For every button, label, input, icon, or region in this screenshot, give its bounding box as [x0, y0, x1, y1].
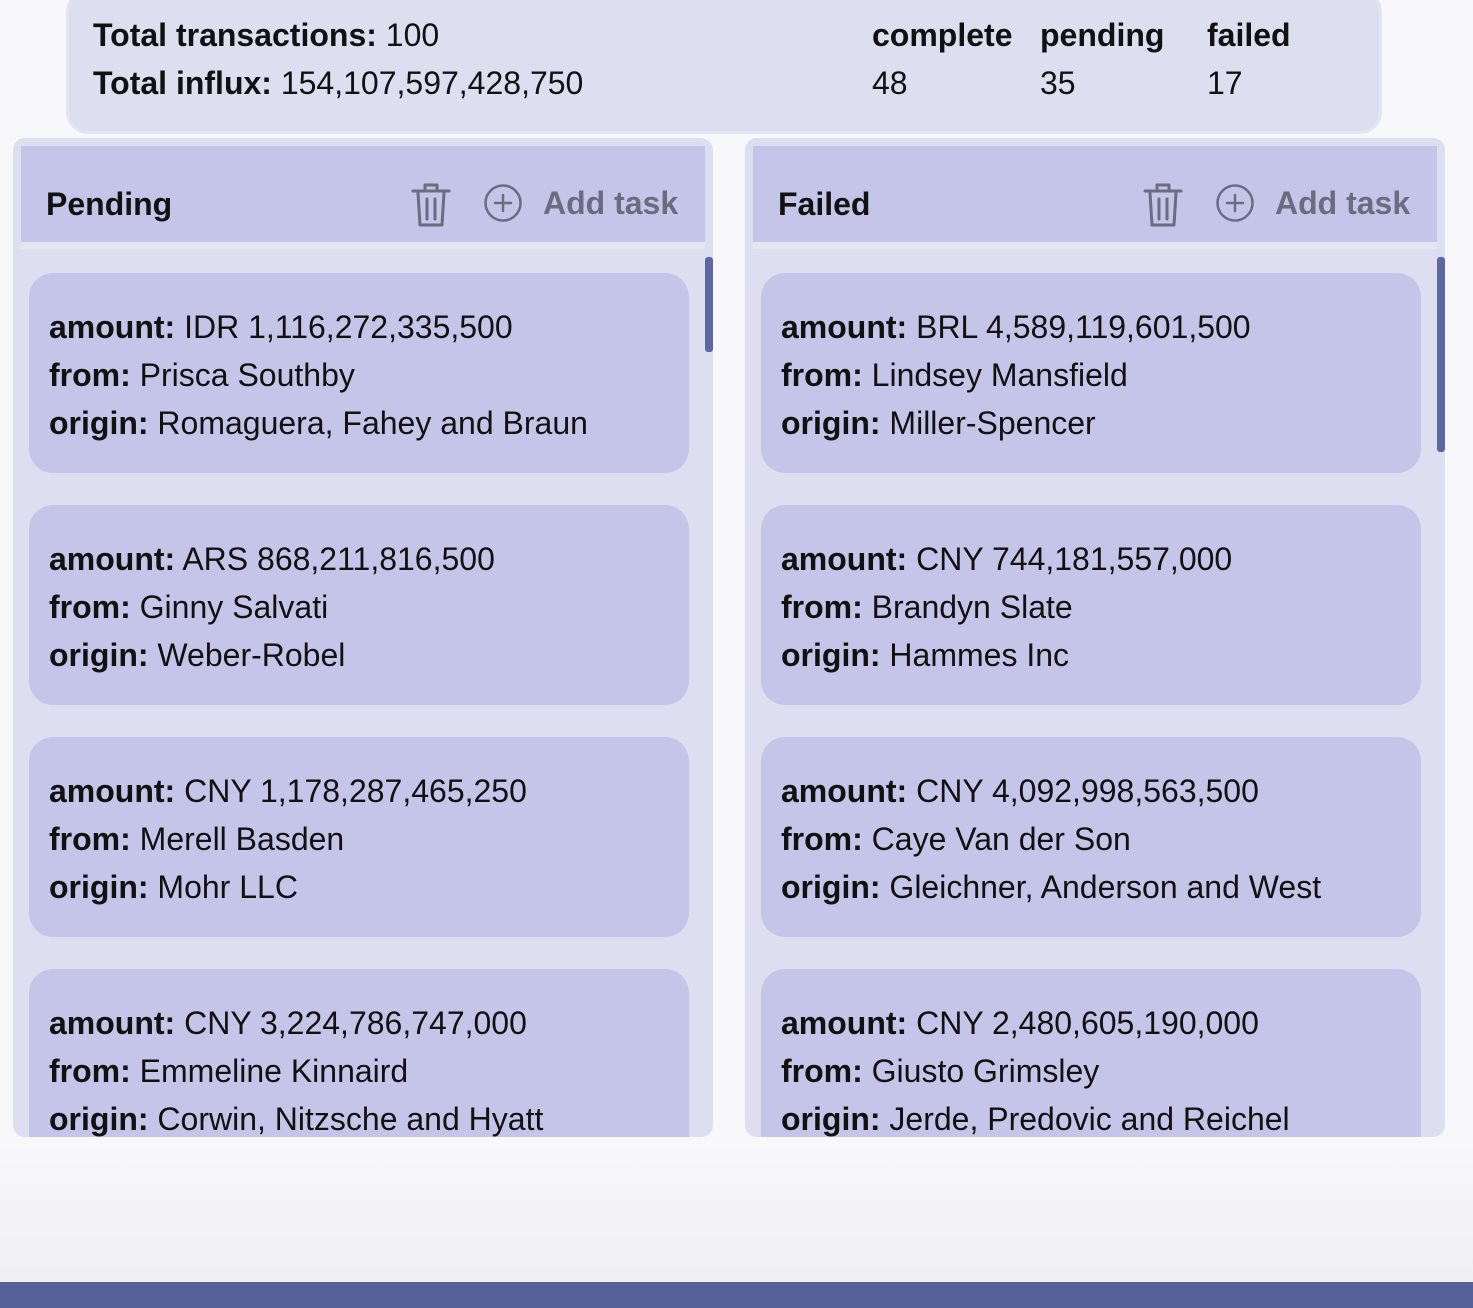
from-value: Lindsey Mansfield: [871, 357, 1128, 393]
stat-failed-label: failed: [1207, 17, 1291, 53]
origin-value: Gleichner, Anderson and West: [889, 869, 1322, 905]
amount-label: amount:: [49, 541, 176, 577]
origin-value: Hammes Inc: [889, 637, 1070, 673]
trash-icon: [411, 183, 451, 227]
origin-label: origin:: [49, 405, 149, 441]
transaction-card[interactable]: amount: CNY 2,480,605,190,000 from: Gius…: [761, 969, 1421, 1137]
amount-value: CNY 2,480,605,190,000: [916, 1005, 1259, 1041]
transaction-card[interactable]: amount: CNY 3,224,786,747,000 from: Emme…: [29, 969, 689, 1137]
total-transactions-value: 100: [385, 17, 440, 53]
origin-label: origin:: [781, 1101, 881, 1137]
transaction-card[interactable]: amount: CNY 4,092,998,563,500 from: Caye…: [761, 737, 1421, 937]
from-label: from:: [49, 357, 131, 393]
amount-value: CNY 1,178,287,465,250: [184, 773, 527, 809]
amount-label: amount:: [781, 309, 908, 345]
transaction-card[interactable]: amount: IDR 1,116,272,335,500 from: Pris…: [29, 273, 689, 473]
stat-complete-value: 48: [872, 65, 908, 101]
stat-failed-value: 17: [1207, 65, 1243, 101]
from-label: from:: [49, 1053, 131, 1089]
from-label: from:: [781, 357, 863, 393]
transaction-card[interactable]: amount: CNY 744,181,557,000 from: Brandy…: [761, 505, 1421, 705]
origin-value: Miller-Spencer: [889, 405, 1096, 441]
from-label: from:: [49, 589, 131, 625]
amount-value: CNY 3,224,786,747,000: [184, 1005, 527, 1041]
amount-value: BRL 4,589,119,601,500: [916, 309, 1251, 345]
column-pending: Pending Add task amount: IDR 1,116,272,3…: [13, 138, 713, 1137]
from-label: from:: [781, 821, 863, 857]
stat-complete-label: complete: [872, 17, 1013, 53]
origin-value: Romaguera, Fahey and Braun: [157, 405, 588, 441]
column-failed: Failed Add task amount: BRL 4,589,119,60…: [745, 138, 1445, 1137]
from-value: Prisca Southby: [139, 357, 355, 393]
scrollbar-thumb[interactable]: [1437, 257, 1445, 452]
bottom-bar: [0, 1282, 1473, 1308]
from-label: from:: [49, 821, 131, 857]
trash-icon: [1143, 183, 1183, 227]
card-list[interactable]: amount: IDR 1,116,272,335,500 from: Pris…: [13, 249, 713, 1137]
amount-label: amount:: [49, 1005, 176, 1041]
origin-label: origin:: [49, 637, 149, 673]
origin-value: Jerde, Predovic and Reichel: [889, 1101, 1290, 1137]
add-task-label: Add task: [543, 184, 679, 221]
card-list[interactable]: amount: BRL 4,589,119,601,500 from: Lind…: [745, 249, 1445, 1137]
column-title: Failed: [778, 186, 871, 222]
scrollbar-thumb[interactable]: [705, 257, 713, 352]
delete-column-button[interactable]: [411, 182, 451, 228]
summary-panel: Total transactions: 100 Total influx: 15…: [66, 0, 1382, 134]
total-influx: Total influx: 154,107,597,428,750: [93, 65, 583, 102]
plus-circle-icon: [484, 184, 522, 222]
add-task-button[interactable]: Add task: [483, 178, 678, 228]
origin-value: Corwin, Nitzsche and Hyatt: [157, 1101, 544, 1137]
from-label: from:: [781, 1053, 863, 1089]
from-value: Merell Basden: [139, 821, 345, 857]
origin-label: origin:: [49, 869, 149, 905]
amount-label: amount:: [781, 773, 908, 809]
transaction-card[interactable]: amount: CNY 1,178,287,465,250 from: Mere…: [29, 737, 689, 937]
total-transactions: Total transactions: 100: [93, 17, 439, 54]
plus-circle-icon: [1216, 184, 1254, 222]
page-footer-space: [0, 1137, 1473, 1282]
origin-label: origin:: [781, 637, 881, 673]
origin-label: origin:: [49, 1101, 149, 1137]
amount-label: amount:: [781, 1005, 908, 1041]
column-title: Pending: [46, 186, 173, 222]
amount-value: CNY 4,092,998,563,500: [916, 773, 1259, 809]
from-value: Ginny Salvati: [139, 589, 329, 625]
delete-column-button[interactable]: [1143, 182, 1183, 228]
amount-value: ARS 868,211,816,500: [182, 541, 495, 577]
origin-label: origin:: [781, 405, 881, 441]
column-header: Failed Add task: [753, 146, 1437, 249]
origin-value: Mohr LLC: [157, 869, 298, 905]
amount-label: amount:: [49, 773, 176, 809]
transaction-card[interactable]: amount: BRL 4,589,119,601,500 from: Lind…: [761, 273, 1421, 473]
total-influx-value: 154,107,597,428,750: [280, 65, 584, 101]
column-header: Pending Add task: [21, 146, 705, 249]
amount-label: amount:: [781, 541, 908, 577]
add-task-button[interactable]: Add task: [1215, 178, 1410, 228]
from-value: Giusto Grimsley: [871, 1053, 1100, 1089]
amount-value: CNY 744,181,557,000: [916, 541, 1233, 577]
stat-pending-label: pending: [1040, 17, 1165, 53]
transaction-card[interactable]: amount: ARS 868,211,816,500 from: Ginny …: [29, 505, 689, 705]
add-task-label: Add task: [1275, 184, 1411, 221]
origin-value: Weber-Robel: [157, 637, 346, 673]
total-influx-label: Total influx:: [93, 65, 272, 101]
amount-label: amount:: [49, 309, 176, 345]
origin-label: origin:: [781, 869, 881, 905]
from-label: from:: [781, 589, 863, 625]
from-value: Brandyn Slate: [871, 589, 1073, 625]
stat-pending-value: 35: [1040, 65, 1076, 101]
from-value: Emmeline Kinnaird: [139, 1053, 409, 1089]
amount-value: IDR 1,116,272,335,500: [184, 309, 513, 345]
from-value: Caye Van der Son: [871, 821, 1131, 857]
total-transactions-label: Total transactions:: [93, 17, 377, 53]
